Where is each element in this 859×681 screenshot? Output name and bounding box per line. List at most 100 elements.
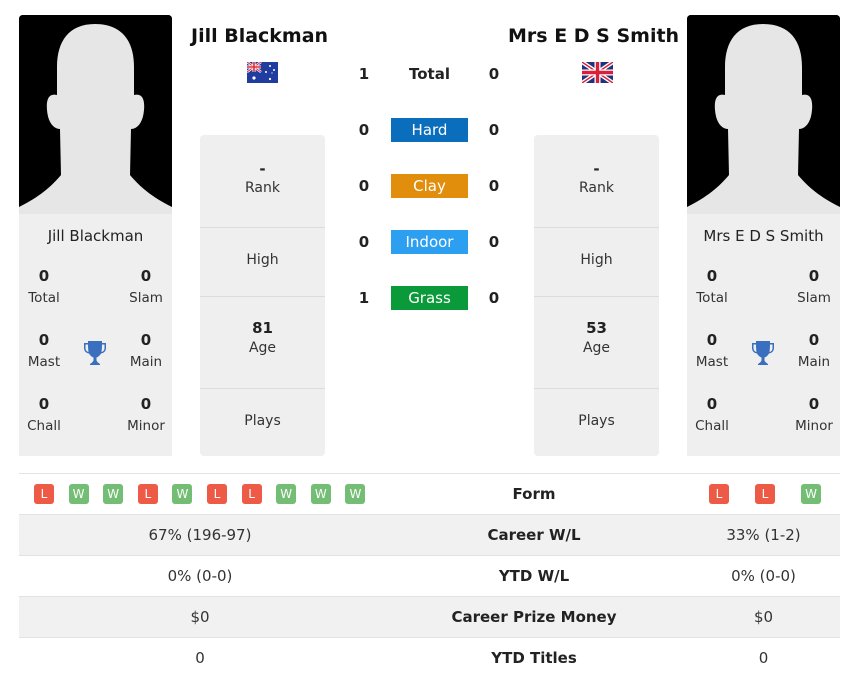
surface-badge-indoor[interactable]: Indoor xyxy=(391,230,468,254)
table-row-career-wl: 67% (196-97) Career W/L 33% (1-2) xyxy=(19,514,840,555)
surface-badge-grass[interactable]: Grass xyxy=(391,286,468,310)
row-label: Career W/L xyxy=(487,526,581,544)
table-row-ytd-wl: 0% (0-0) YTD W/L 0% (0-0) xyxy=(19,555,840,596)
stat-value: 0 xyxy=(808,395,820,413)
h2h-left-count: 0 xyxy=(358,177,370,195)
form-badge-loss[interactable]: L xyxy=(241,484,262,504)
age-value: 53 xyxy=(586,319,607,337)
form-badge-loss[interactable]: L xyxy=(207,484,227,504)
age-label: Age xyxy=(582,340,611,356)
high-label: High xyxy=(246,252,279,268)
surface-badge-clay[interactable]: Clay xyxy=(391,174,468,198)
right-value: 0 xyxy=(758,649,769,667)
h2h-right-count: 0 xyxy=(488,121,500,139)
high-label: High xyxy=(580,252,613,268)
h2h-right-count: 0 xyxy=(488,177,500,195)
stat-chall: 0 Chall xyxy=(14,394,74,434)
h2h-row-total: 1 Total 0 xyxy=(340,62,520,86)
row-label: Career Prize Money xyxy=(451,608,617,626)
stat-label: Chall xyxy=(695,418,729,434)
stat-label: Minor xyxy=(795,418,833,434)
age-cell: 53 Age xyxy=(534,297,659,389)
h2h-row-clay: 0 Clay 0 xyxy=(340,174,520,198)
stat-main: 0 Main xyxy=(116,330,176,370)
stat-slam: 0 Slam xyxy=(784,266,844,306)
form-badge-loss[interactable]: L xyxy=(34,484,54,504)
h2h-left-count: 0 xyxy=(358,233,370,251)
h2h-right-count: 0 xyxy=(488,233,500,251)
form-badge-win[interactable]: W xyxy=(68,484,89,504)
player-photo-left xyxy=(19,15,172,214)
left-value: $0 xyxy=(190,608,210,626)
stat-total: 0 Total xyxy=(14,266,74,306)
rank-cell: - Rank xyxy=(200,135,325,228)
left-value: 67% (196-97) xyxy=(148,526,252,544)
plays-cell: Plays xyxy=(200,389,325,456)
player-card-right: Mrs E D S Smith 0 Total 0 Slam 0 Mast 0 … xyxy=(687,214,840,456)
right-value: 33% (1-2) xyxy=(726,526,801,544)
form-badge-loss[interactable]: L xyxy=(755,484,775,504)
form-badge-loss[interactable]: L xyxy=(709,484,729,504)
form-badge-win[interactable]: W xyxy=(103,484,124,504)
stat-label: Total xyxy=(696,290,728,306)
row-label: YTD Titles xyxy=(491,649,577,667)
plays-label: Plays xyxy=(578,413,615,429)
plays-cell: Plays xyxy=(534,389,659,456)
stat-mast: 0 Mast xyxy=(14,330,74,370)
trophy-icon xyxy=(752,341,774,365)
rank-label: Rank xyxy=(245,180,280,196)
stat-value: 0 xyxy=(706,331,718,349)
stat-total: 0 Total xyxy=(682,266,742,306)
rank-label: Rank xyxy=(579,180,614,196)
rank-cell: - Rank xyxy=(534,135,659,228)
form-badge-win[interactable]: W xyxy=(172,484,193,504)
h2h-label-total: Total xyxy=(409,65,450,83)
right-value: 0% (0-0) xyxy=(731,567,796,585)
player-photo-right xyxy=(687,15,840,214)
high-cell: High xyxy=(200,228,325,297)
silhouette-icon xyxy=(687,15,840,214)
h2h-right-count: 0 xyxy=(488,65,500,83)
age-value: 81 xyxy=(252,319,273,337)
stat-label: Total xyxy=(28,290,60,306)
form-badge-win[interactable]: W xyxy=(310,484,331,504)
form-badge-win[interactable]: W xyxy=(276,484,297,504)
silhouette-icon xyxy=(19,15,172,214)
stat-label: Minor xyxy=(127,418,165,434)
h2h-row-indoor: 0 Indoor 0 xyxy=(340,230,520,254)
form-badge-loss[interactable]: L xyxy=(137,484,158,504)
uk-flag-icon xyxy=(582,62,613,83)
stat-label: Slam xyxy=(797,290,831,306)
stat-label: Main xyxy=(797,354,831,370)
rank-value: - xyxy=(259,160,266,178)
stat-value: 0 xyxy=(706,267,718,285)
h2h-left-count: 1 xyxy=(358,65,370,83)
stat-label: Slam xyxy=(129,290,163,306)
player-name-left[interactable]: Jill Blackman xyxy=(191,25,328,47)
stat-mast: 0 Mast xyxy=(682,330,742,370)
australia-flag-icon xyxy=(247,62,278,83)
form-badge-win[interactable]: W xyxy=(345,484,366,504)
player-card-left: Jill Blackman 0 Total 0 Slam 0 Mast 0 Ma… xyxy=(19,214,172,456)
stat-value: 0 xyxy=(38,331,50,349)
surface-badge-hard[interactable]: Hard xyxy=(391,118,468,142)
rank-box-right: - Rank High 53 Age Plays xyxy=(534,135,659,456)
table-row-form: LWWLWLLWWW Form LLW xyxy=(19,473,840,514)
player-card-name: Mrs E D S Smith xyxy=(703,227,824,245)
table-row-prize-money: $0 Career Prize Money $0 xyxy=(19,596,840,637)
age-label: Age xyxy=(248,340,277,356)
form-badge-win[interactable]: W xyxy=(801,484,821,504)
stat-label: Mast xyxy=(695,354,729,370)
h2h-row-grass: 1 Grass 0 xyxy=(340,286,520,310)
stat-value: 0 xyxy=(140,331,152,349)
stat-value: 0 xyxy=(140,267,152,285)
left-value: 0 xyxy=(195,649,205,667)
stat-label: Chall xyxy=(27,418,61,434)
h2h-left-count: 1 xyxy=(358,289,370,307)
row-label: YTD W/L xyxy=(498,567,570,585)
stat-slam: 0 Slam xyxy=(116,266,176,306)
stat-main: 0 Main xyxy=(784,330,844,370)
h2h-left-count: 0 xyxy=(358,121,370,139)
player-name-right[interactable]: Mrs E D S Smith xyxy=(508,25,679,47)
stat-minor: 0 Minor xyxy=(116,394,176,434)
